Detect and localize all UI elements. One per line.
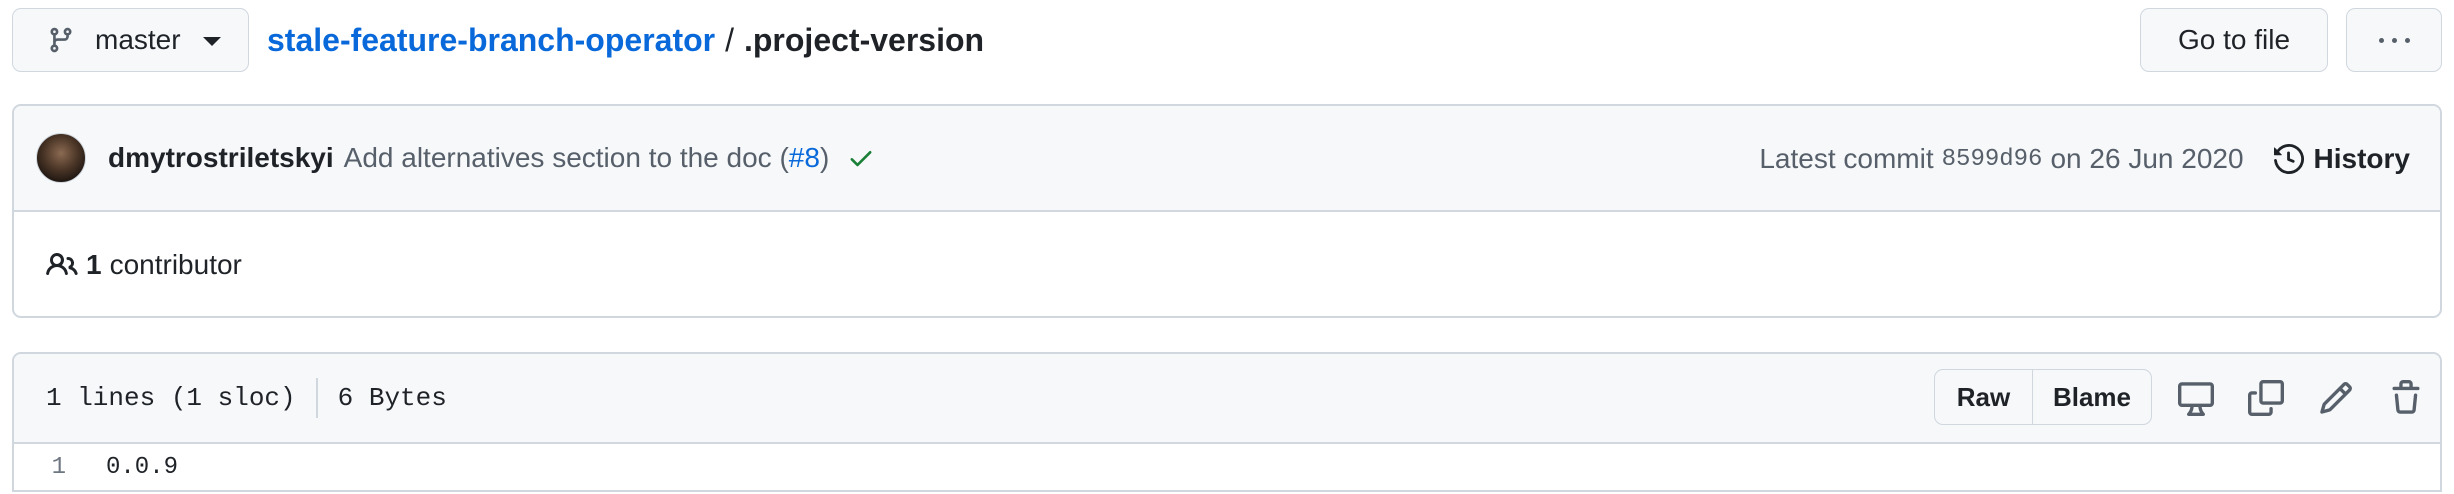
file-size: 6 Bytes <box>337 383 447 413</box>
code-line: 1 0.0.9 <box>14 444 2440 490</box>
line-count: 1 lines (1 sloc) <box>46 383 296 413</box>
caret-down-icon <box>202 37 221 46</box>
commit-sha[interactable]: 8599d96 <box>1942 146 2043 173</box>
commit-message-suffix: ) <box>819 142 830 173</box>
file-name: .project-version <box>743 21 985 58</box>
commit-message-text[interactable]: Add alternatives section to the doc ( <box>344 142 789 173</box>
commit-author[interactable]: dmytrostriletskyi <box>108 142 334 174</box>
blame-button[interactable]: Blame <box>2033 370 2151 424</box>
git-branch-icon <box>50 27 72 53</box>
latest-commit-label: Latest commit <box>1759 143 1934 174</box>
code-text: 0.0.9 <box>106 453 179 481</box>
history-button[interactable]: History <box>2273 143 2410 175</box>
commit-meta: Latest commit 8599d96 on 26 Jun 2020 His… <box>1759 106 2410 212</box>
breadcrumb-separator: / <box>725 21 734 58</box>
more-options-button[interactable] <box>2346 8 2442 72</box>
raw-button[interactable]: Raw <box>1935 370 2033 424</box>
avatar[interactable] <box>36 133 86 183</box>
contributor-count: 1 <box>86 249 102 280</box>
branch-name: master <box>95 24 181 55</box>
latest-commit-box: dmytrostriletskyi Add alternatives secti… <box>12 104 2442 318</box>
people-icon <box>46 252 78 276</box>
divider <box>315 378 318 418</box>
trash-icon[interactable] <box>2388 380 2424 416</box>
kebab-horizontal-icon <box>2378 37 2384 43</box>
desktop-icon[interactable] <box>2178 380 2214 416</box>
branch-select-button[interactable]: master <box>12 8 249 72</box>
commit-date: on 26 Jun 2020 <box>2050 143 2244 174</box>
commit-header: dmytrostriletskyi Add alternatives secti… <box>14 106 2440 212</box>
check-icon[interactable] <box>847 144 875 172</box>
history-icon <box>2273 144 2304 174</box>
breadcrumb: stale-feature-branch-operator / .project… <box>267 8 984 72</box>
repo-link[interactable]: stale-feature-branch-operator <box>267 22 715 59</box>
contributor-label: contributor <box>109 249 242 280</box>
file-navigation: master stale-feature-branch-operator / .… <box>12 8 2442 72</box>
raw-blame-group: Raw Blame <box>1934 369 2152 425</box>
file-header: 1 lines (1 sloc) 6 Bytes Raw Blame <box>14 354 2440 444</box>
pencil-icon[interactable] <box>2318 380 2354 416</box>
history-label: History <box>2313 143 2410 174</box>
pr-link[interactable]: #8 <box>789 142 820 173</box>
go-to-file-button[interactable]: Go to file <box>2140 8 2328 72</box>
copy-icon[interactable] <box>2248 380 2284 416</box>
contributors-row[interactable]: 1 contributor <box>14 212 2440 316</box>
file-viewer: 1 lines (1 sloc) 6 Bytes Raw Blame 1 0.0… <box>12 352 2442 492</box>
line-number[interactable]: 1 <box>14 454 94 481</box>
commit-message[interactable]: Add alternatives section to the doc (#8) <box>344 142 830 174</box>
